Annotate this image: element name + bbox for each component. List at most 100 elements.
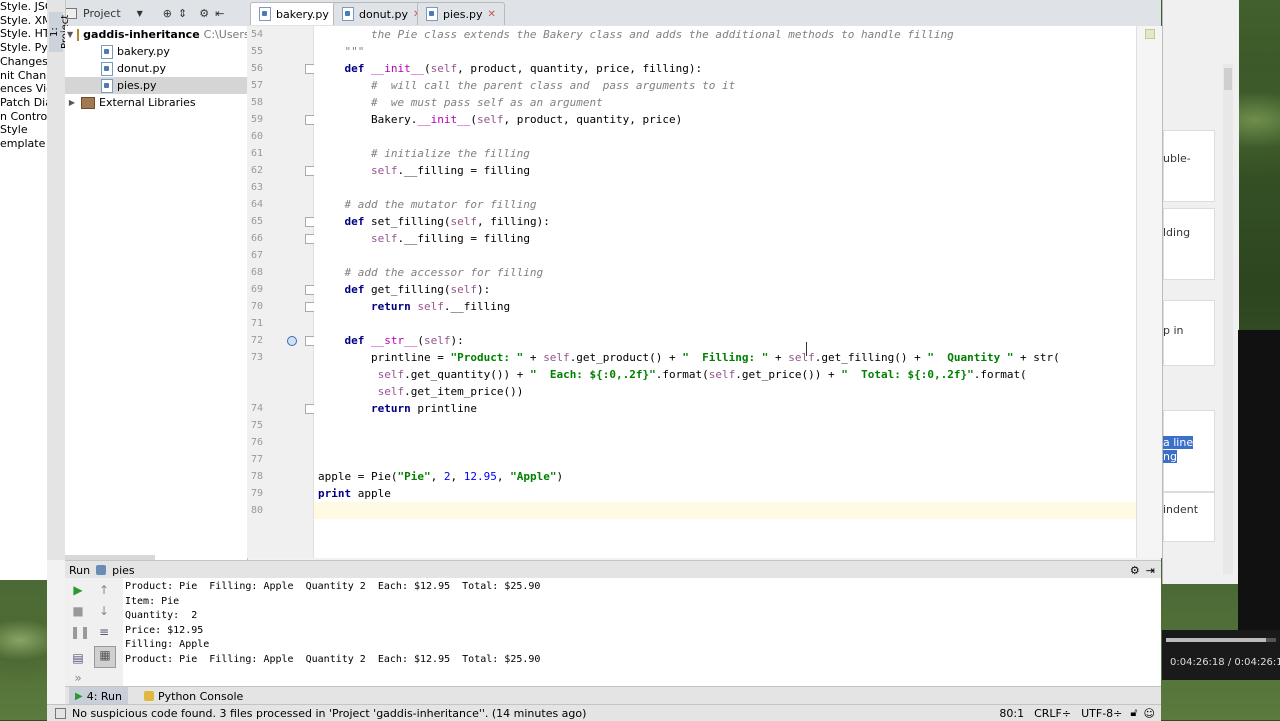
line-number: 55 (247, 43, 287, 60)
tab-pies-py[interactable]: pies.py ✕ (417, 2, 505, 25)
tab-run[interactable]: ▶ 4: Run (69, 687, 128, 705)
output-line: Item: Pie (125, 595, 180, 607)
chevron-right-icon[interactable]: ▶ (67, 94, 77, 111)
more-icon[interactable]: » (70, 670, 86, 686)
tree-file-pies[interactable]: pies.py (65, 77, 247, 94)
background-card (1163, 130, 1215, 202)
code-line: self.get_item_price()) (377, 385, 524, 398)
project-tree: ▼ gaddis-inheritance C:\Users\me bakery.py d… (65, 26, 271, 560)
line-number-text: 80 (251, 505, 264, 516)
python-file-icon (342, 7, 354, 21)
code-line: # initialize the filling (318, 147, 530, 160)
line-number: 56 (247, 60, 287, 77)
close-icon[interactable]: ✕ (488, 9, 496, 20)
line-number: 57 (247, 77, 287, 94)
line-number: 66 (247, 230, 287, 247)
hide-panel-icon[interactable]: ⇥ (1146, 564, 1155, 577)
tab-python-console-label: Python Console (158, 689, 244, 703)
line-number: 78 (247, 468, 287, 485)
run-panel-header: Run pies ⚙ ⇥ (65, 560, 1161, 579)
line-number-text: 75 (251, 420, 264, 431)
media-progress-bar[interactable] (1166, 638, 1276, 642)
line-number: 62 (247, 162, 287, 179)
tree-file-label: bakery.py (117, 45, 170, 58)
code-line: return self.__filling (370, 300, 511, 313)
python-file-icon (426, 7, 438, 21)
line-number: 79 (247, 485, 287, 502)
lock-icon[interactable]: 🔓︎ (1130, 706, 1137, 720)
code-line: the Pie class extends the Bakery class a… (318, 28, 954, 41)
line-separator[interactable]: CRLF÷ (1034, 707, 1071, 720)
line-number (247, 383, 287, 400)
tree-file-donut[interactable]: donut.py (65, 60, 247, 77)
line-number: 70 (247, 298, 287, 315)
chevron-down-icon[interactable]: ▼ (67, 26, 73, 43)
code-line: self.__filling = filling (370, 232, 530, 245)
tree-root-folder[interactable]: ▼ gaddis-inheritance C:\Users\me (65, 26, 271, 43)
python-file-icon (101, 78, 113, 93)
line-number: 69 (247, 281, 287, 298)
output-line: Quantity: 2 (125, 610, 198, 621)
pause-icon[interactable]: ❚❚ (70, 624, 90, 640)
rerun-icon[interactable]: ▶ (70, 582, 86, 598)
cursor-position[interactable]: 80:1 (999, 707, 1024, 720)
stop-icon[interactable]: ■ (70, 603, 86, 619)
tree-root-name: gaddis-inheritance (83, 28, 200, 41)
scroll-up-icon[interactable]: ↑ (96, 582, 112, 598)
code-line: return printline (370, 402, 477, 415)
layout-icon[interactable]: ▤ (70, 650, 86, 666)
project-panel-header: Project ▼ ⊕ ⇕ ⚙ ⇤ (65, 2, 247, 24)
library-icon (81, 96, 95, 109)
collapse-icon[interactable]: ⇕ (178, 7, 187, 20)
python-file-icon (101, 61, 113, 76)
code-line: apple = Pie("Pie", 2, 12.95, "Apple") (318, 470, 564, 483)
tree-external-libraries[interactable]: ▶ External Libraries (65, 94, 247, 111)
tab-python-console[interactable]: Python Console (138, 687, 249, 705)
line-number: 60 (247, 128, 287, 145)
background-list-item: Style. XM (0, 13, 52, 27)
line-number: 74 (247, 400, 287, 417)
run-panel-label: Run (69, 563, 91, 577)
pin-icon[interactable]: ▦ (94, 646, 116, 668)
line-number-text: 64 (251, 199, 264, 210)
line-number-text: 59 (251, 114, 264, 125)
line-number: 67 (247, 247, 287, 264)
code-line: self.__filling = filling (370, 164, 530, 177)
background-window-left: Style. JSO Style. XM Style. HTI Style. Pyth… (0, 0, 62, 580)
soft-wrap-icon[interactable]: ≡ (96, 624, 112, 640)
output-line: Filling: Apple (125, 639, 210, 650)
chevron-down-icon[interactable]: ▼ (137, 9, 143, 18)
line-number: 71 (247, 315, 287, 332)
text-cursor-icon (806, 342, 807, 356)
current-line-highlight (314, 502, 1136, 519)
code-editor[interactable]: the Pie class extends the Bakery class a… (314, 26, 1136, 558)
tab-donut-py[interactable]: donut.py✕ (333, 2, 431, 25)
scroll-down-icon[interactable]: ↓ (96, 603, 112, 619)
project-panel-title[interactable]: Project (83, 7, 121, 20)
line-number-text: 71 (251, 318, 264, 329)
editor-scrollbar[interactable] (1136, 26, 1162, 558)
file-encoding[interactable]: UTF-8÷ (1081, 707, 1122, 720)
hide-icon[interactable]: ⇤ (215, 7, 224, 20)
tool-windows-icon[interactable] (55, 707, 66, 719)
media-time-readout: 0:04:26:18 / 0:04:26:18 (1170, 657, 1280, 668)
gear-icon[interactable]: ⚙ (199, 7, 209, 20)
override-method-icon[interactable] (287, 336, 297, 346)
tab-project-tool[interactable]: 1: Project (49, 12, 71, 52)
background-list-item: Patch Dia (0, 95, 52, 109)
code-line: # we must pass self as an argument (318, 96, 603, 109)
tree-file-bakery[interactable]: bakery.py (65, 43, 247, 60)
inspector-icon[interactable]: ☺︎ (1144, 707, 1155, 720)
inspection-marker[interactable] (1145, 29, 1155, 39)
code-line: def __init__(self, product, quantity, pr… (344, 62, 703, 75)
line-number: 76 (247, 434, 287, 451)
target-icon[interactable]: ⊕ (163, 7, 172, 20)
gear-icon[interactable]: ⚙ (1130, 564, 1140, 577)
background-card-text: uble- (1163, 152, 1191, 165)
status-bar: No suspicious code found. 3 files proces… (47, 704, 1161, 721)
run-output-console[interactable]: Product: Pie Filling: Apple Quantity 2 E… (123, 578, 1161, 686)
line-number-text: 69 (251, 284, 264, 295)
run-config-name[interactable]: pies (112, 564, 135, 577)
background-scrollbar (1223, 64, 1233, 574)
line-number-text: 66 (251, 233, 264, 244)
